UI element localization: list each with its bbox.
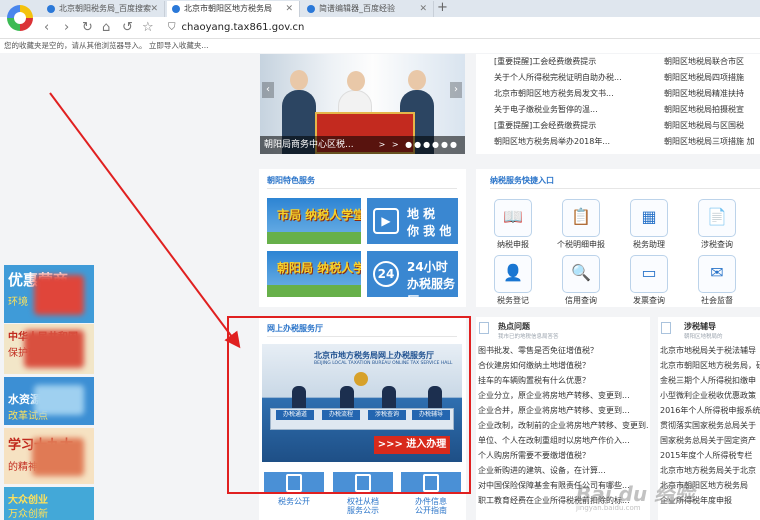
baidu-watermark: Bai du 经验 jingyan.baidu.com	[576, 478, 694, 512]
browser-logo-icon[interactable]	[7, 5, 33, 31]
tab-baidu-search[interactable]: 北京朝阳税务局_百度搜索 ✕	[42, 1, 165, 17]
tab-strip: 北京朝阳税务局_百度搜索 ✕ 北京市朝阳区地方税务局 ✕ 简谱编辑器_百度经验 …	[0, 0, 760, 17]
close-icon[interactable]: ✕	[150, 1, 158, 17]
watermark-brand: Bai du 经验	[576, 482, 695, 506]
tab-favicon-icon	[172, 5, 180, 13]
tab-favicon-icon	[47, 5, 55, 13]
tab-chaoyang-tax[interactable]: 北京市朝阳区地方税务局 ✕	[167, 1, 300, 17]
favorites-bar-text[interactable]: 您的收藏夹是空的，请从其他浏览器导入。 立即导入收藏夹...	[4, 40, 209, 51]
tab-label: 北京市朝阳区地方税务局	[184, 4, 272, 13]
annotation-highlight-box	[227, 316, 471, 494]
back-icon[interactable]: ‹	[44, 19, 49, 37]
tab-baidu-jingyan[interactable]: 简谱编辑器_百度经验 ✕	[302, 1, 434, 17]
url-text: chaoyang.tax861.gov.cn	[181, 22, 305, 33]
close-icon[interactable]: ✕	[285, 1, 293, 17]
security-icon: ⛉	[168, 22, 176, 33]
refresh-icon[interactable]: ↻	[82, 19, 93, 37]
tab-label: 北京朝阳税务局_百度搜索	[59, 4, 151, 13]
undo-icon[interactable]: ↺	[122, 19, 133, 37]
navigation-toolbar: ‹ › ↻ ⌂ ↺ ☆ ⛉ chaoyang.tax861.gov.cn	[0, 17, 760, 39]
tab-favicon-icon	[307, 5, 315, 13]
home-icon[interactable]: ⌂	[102, 19, 110, 37]
new-tab-button[interactable]: +	[437, 0, 448, 16]
forward-icon[interactable]: ›	[64, 19, 69, 37]
favorites-bar: 您的收藏夹是空的，请从其他浏览器导入。 立即导入收藏夹...	[0, 39, 760, 53]
tab-label: 简谱编辑器_百度经验	[319, 4, 395, 13]
star-icon[interactable]: ☆	[142, 19, 154, 37]
close-icon[interactable]: ✕	[419, 1, 427, 17]
address-bar[interactable]: ⛉ chaoyang.tax861.gov.cn	[168, 20, 304, 36]
